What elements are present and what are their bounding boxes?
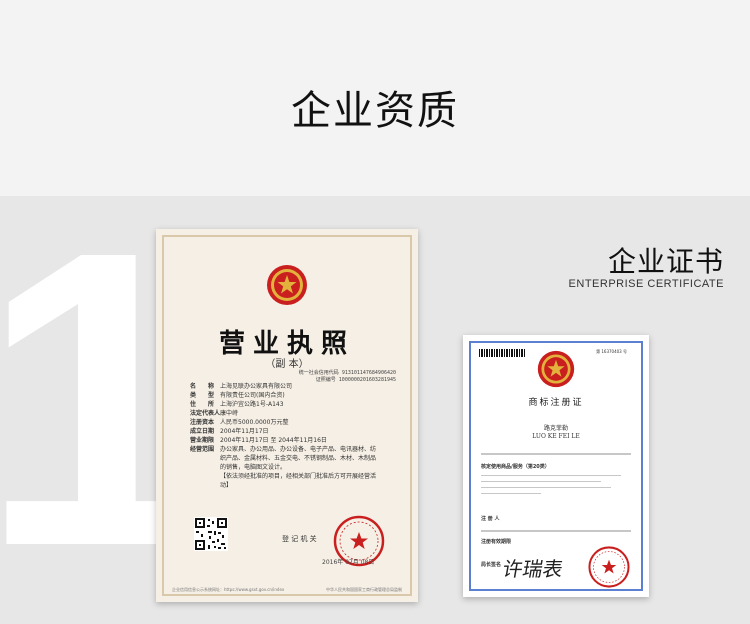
row-label: 经营范围 (190, 446, 215, 453)
row-value: 上海沪宜公路1号-A143 (220, 401, 284, 408)
license-row: 法定代表人 康中峙 (190, 409, 380, 418)
page: 企业资质 1 企业证书 ENTERPRISE CERTIFICATE 营业执照 … (0, 0, 750, 624)
registrant-label: 注 册 人 (481, 516, 500, 522)
license-fields: 名 称上海见联办公家具有限公司 类 型有限责任公司(国内合资) 住 所上海沪宜公… (190, 382, 380, 490)
qr-code-icon (194, 517, 228, 551)
director-signature: 许瑞表 (500, 557, 565, 581)
row-value: 人民币5000.0000万元整 (220, 419, 289, 426)
license-row: 名 称上海见联办公家具有限公司 (190, 382, 380, 391)
license-row: 营业期限 2004年11月17日 至 2044年11月16日 (190, 436, 380, 445)
row-value: 办公家具、办公用品、办公设备、电子产品、电讯器材、纺织产品、金属材料、五金交电、… (220, 446, 377, 471)
text-line (481, 493, 541, 494)
row-value: 有限责任公司(国内合资) (220, 392, 285, 399)
national-emblem-icon (267, 265, 307, 305)
trademark-title: 商标注册证 (528, 398, 584, 408)
license-row: 经营范围 办公家具、办公用品、办公设备、电子产品、电讯器材、纺织产品、金属材料、五… (190, 445, 380, 472)
row-label: 法定代表人 (190, 410, 221, 417)
registration-authority-label: 登 记 机 关 (282, 535, 317, 543)
row-label: 住 所 (190, 401, 215, 408)
row-label (190, 472, 220, 490)
director-signature-label: 局长签名 (481, 562, 502, 568)
row-label: 成立日期 (190, 428, 215, 435)
credit-code-line: 统一社会信用代码 913101147684906420 (299, 369, 396, 376)
validity-label: 注册有效期限 (481, 539, 512, 545)
license-row: 类 型有限责任公司(国内合资) (190, 391, 380, 400)
license-row: 成立日期 2004年11月17日 (190, 427, 380, 436)
row-value: 2004年11月17日 至 2044年11月16日 (220, 437, 327, 444)
row-label: 营业期限 (190, 437, 215, 444)
license-footer-right: 中华人民共和国国家工商行政管理总局监制 (326, 587, 402, 592)
row-value: 上海见联办公家具有限公司 (220, 383, 293, 390)
text-line (481, 475, 621, 476)
divider (481, 453, 631, 455)
page-title: 企业资质 (291, 88, 459, 134)
barcode-icon (479, 349, 525, 357)
license-row: 注册资本 人民币5000.0000万元整 (190, 418, 380, 427)
issue-date: 2016年 07月 08日 (322, 559, 375, 566)
row-label: 名 称 (190, 383, 215, 390)
business-license-image: 营业执照 （副 本） 统一社会信用代码 913101147684906420 证… (156, 229, 418, 602)
official-seal-icon (588, 546, 630, 588)
text-line (481, 481, 601, 482)
trademark-name-cn: 路克菲勒 (543, 425, 568, 432)
goods-services-label: 核定使用商品/服务（第20类） (481, 464, 550, 470)
license-copy-label: （副 本） (265, 359, 309, 370)
certificate-title: 企业证书 (607, 245, 724, 278)
row-label: 类 型 (190, 392, 215, 399)
license-row: 【依法须经批准的项目，经相关部门批准后方可开展经营活动】 (190, 472, 380, 490)
certificate-subtitle: ENTERPRISE CERTIFICATE (568, 278, 724, 290)
row-value: 2004年11月17日 (220, 428, 269, 435)
row-label: 注册资本 (190, 419, 215, 426)
row-value: 康中峙 (220, 410, 239, 417)
trademark-name-en: LUO KE FEI LE (532, 433, 580, 440)
text-line (481, 487, 611, 488)
license-footer-left: 企业信用信息公示系统网址：https://www.gsxt.gov.cn/ind… (172, 587, 285, 592)
national-emblem-icon (537, 350, 575, 388)
trademark-number: 第 16370403 号 (596, 349, 627, 354)
row-value: 【依法须经批准的项目，经相关部门批准后方可开展经营活动】 (220, 473, 377, 489)
trademark-certificate-image: 第 16370403 号 商标注册证 路克菲勒 LUO KE FEI LE 核定… (463, 335, 649, 597)
license-row: 住 所上海沪宜公路1号-A143 (190, 400, 380, 409)
divider (481, 530, 631, 532)
